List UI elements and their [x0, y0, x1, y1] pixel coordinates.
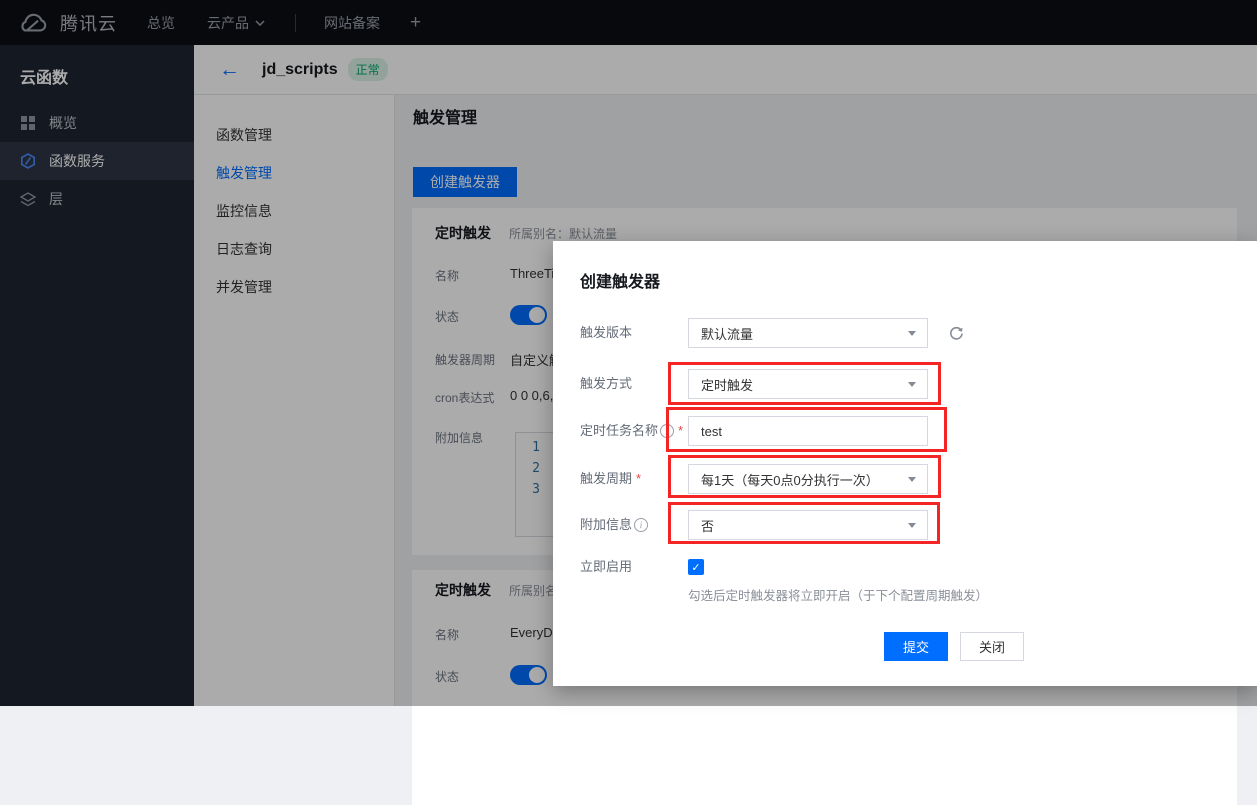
trigger-type-value: 定时触发: [701, 375, 753, 394]
modal-title: 创建触发器: [580, 268, 660, 292]
task-name-input[interactable]: [688, 416, 928, 446]
label-task-name: 定时任务名称i*: [580, 416, 683, 446]
label-trigger-version: 触发版本: [580, 318, 632, 348]
trigger-version-select[interactable]: 默认流量: [688, 318, 928, 348]
trigger-period-select[interactable]: 每1天（每天0点0分执行一次）: [688, 464, 928, 494]
trigger-type-select[interactable]: 定时触发: [688, 369, 928, 399]
caret-down-icon: [908, 523, 916, 528]
required-asterisk: *: [678, 416, 683, 446]
required-asterisk: *: [636, 464, 641, 494]
close-button[interactable]: 关闭: [960, 632, 1024, 661]
checkmark-icon: ✓: [691, 561, 700, 574]
submit-button[interactable]: 提交: [884, 632, 948, 661]
caret-down-icon: [908, 382, 916, 387]
trigger-version-value: 默认流量: [701, 324, 753, 343]
label-trigger-type: 触发方式: [580, 369, 632, 399]
info-icon[interactable]: i: [634, 518, 648, 532]
info-icon[interactable]: i: [660, 424, 674, 438]
label-trigger-period: 触发周期*: [580, 464, 641, 494]
refresh-icon[interactable]: [941, 318, 971, 348]
trigger-period-value: 每1天（每天0点0分执行一次）: [701, 470, 879, 489]
label-enable-now: 立即启用: [580, 552, 632, 582]
caret-down-icon: [908, 331, 916, 336]
enable-now-checkbox[interactable]: ✓: [688, 559, 704, 575]
create-trigger-modal: 创建触发器 触发版本 默认流量 触发方式 定时触发 定时任务名称i* 触发周期*…: [553, 241, 1257, 686]
enable-hint-text: 勾选后定时触发器将立即开启（于下个配置周期触发）: [688, 585, 988, 604]
label-extra-info: 附加信息i: [580, 510, 648, 540]
caret-down-icon: [908, 477, 916, 482]
extra-info-select[interactable]: 否: [688, 510, 928, 540]
extra-info-value: 否: [701, 516, 714, 535]
